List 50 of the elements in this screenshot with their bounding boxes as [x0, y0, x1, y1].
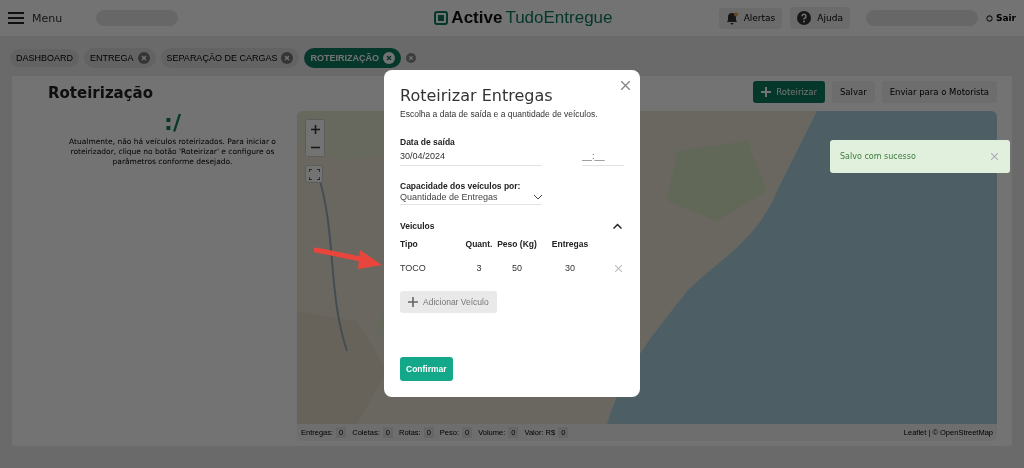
tab[interactable]: DASHBOARD [10, 49, 79, 67]
close-icon[interactable] [281, 52, 294, 64]
dialog-title: Roteirizar Entregas [400, 86, 554, 105]
chevron-icon[interactable] [613, 223, 622, 229]
menu-icon[interactable] [8, 12, 24, 24]
close-icon[interactable] [382, 52, 395, 64]
logout-button[interactable]: Sair [985, 13, 1016, 23]
close-all-icon[interactable] [405, 53, 416, 63]
table-cell-text: 30 [564, 263, 576, 273]
field-label: Data de saída [400, 137, 456, 147]
tab[interactable]: ROTEIRIZAÇÃO [304, 48, 401, 68]
action-button[interactable]: Enviar para o Motorista [881, 81, 997, 103]
section-title: Veiculos [400, 221, 435, 231]
column-header: Entregas [550, 239, 590, 249]
arrow-annotation [314, 246, 384, 270]
plus-icon [761, 87, 772, 97]
tab[interactable]: SEPARAÇÃO DE CARGAS [160, 48, 300, 68]
field-label: Capacidade dos veículos por: [400, 181, 522, 191]
page-title: Roteirização [48, 84, 155, 102]
close-icon[interactable] [137, 52, 150, 64]
capacity-select[interactable]: Quantidade de Entregas [400, 191, 542, 205]
chevron-down-icon [534, 194, 542, 200]
help-icon [797, 11, 812, 25]
help-button[interactable]: Ajuda [790, 7, 850, 29]
menu-label[interactable]: Menu [32, 11, 63, 25]
circle-icon [985, 14, 993, 22]
route-button[interactable]: Roteirizar [753, 81, 825, 103]
alerts-button[interactable]: Alertas [718, 7, 783, 29]
dialog-subtitle: Escolha a data de saída e a quantidade de veículos. [400, 109, 599, 119]
column-header: Quant. [464, 239, 494, 249]
close-icon[interactable] [621, 81, 630, 90]
close-icon[interactable] [991, 153, 998, 160]
date-field[interactable]: 30/04/2024 [400, 149, 542, 166]
remove-icon[interactable] [615, 264, 622, 272]
add-vehicle-button[interactable]: Adicionar Veículo [400, 291, 497, 313]
logo: Active TudoEntregue [434, 8, 613, 28]
plus-icon [408, 297, 418, 307]
bell-icon [725, 11, 738, 25]
toast-message: Salvo com sucesso [840, 152, 916, 161]
tab[interactable]: ENTREGA [84, 48, 156, 68]
plus-icon [310, 124, 320, 134]
column-header: Peso (Kg) [496, 239, 538, 249]
table-cell-text: TOCO [400, 263, 427, 273]
empty-face: :/ [163, 110, 182, 135]
table-cell-text: 3 [475, 263, 483, 273]
fullscreen-button[interactable] [305, 165, 323, 183]
action-button[interactable]: Salvar [831, 81, 875, 103]
table-cell-text: 50 [511, 263, 523, 273]
confirm-button[interactable]: Confirmar [400, 357, 453, 381]
column-header: Tipo [400, 239, 419, 249]
